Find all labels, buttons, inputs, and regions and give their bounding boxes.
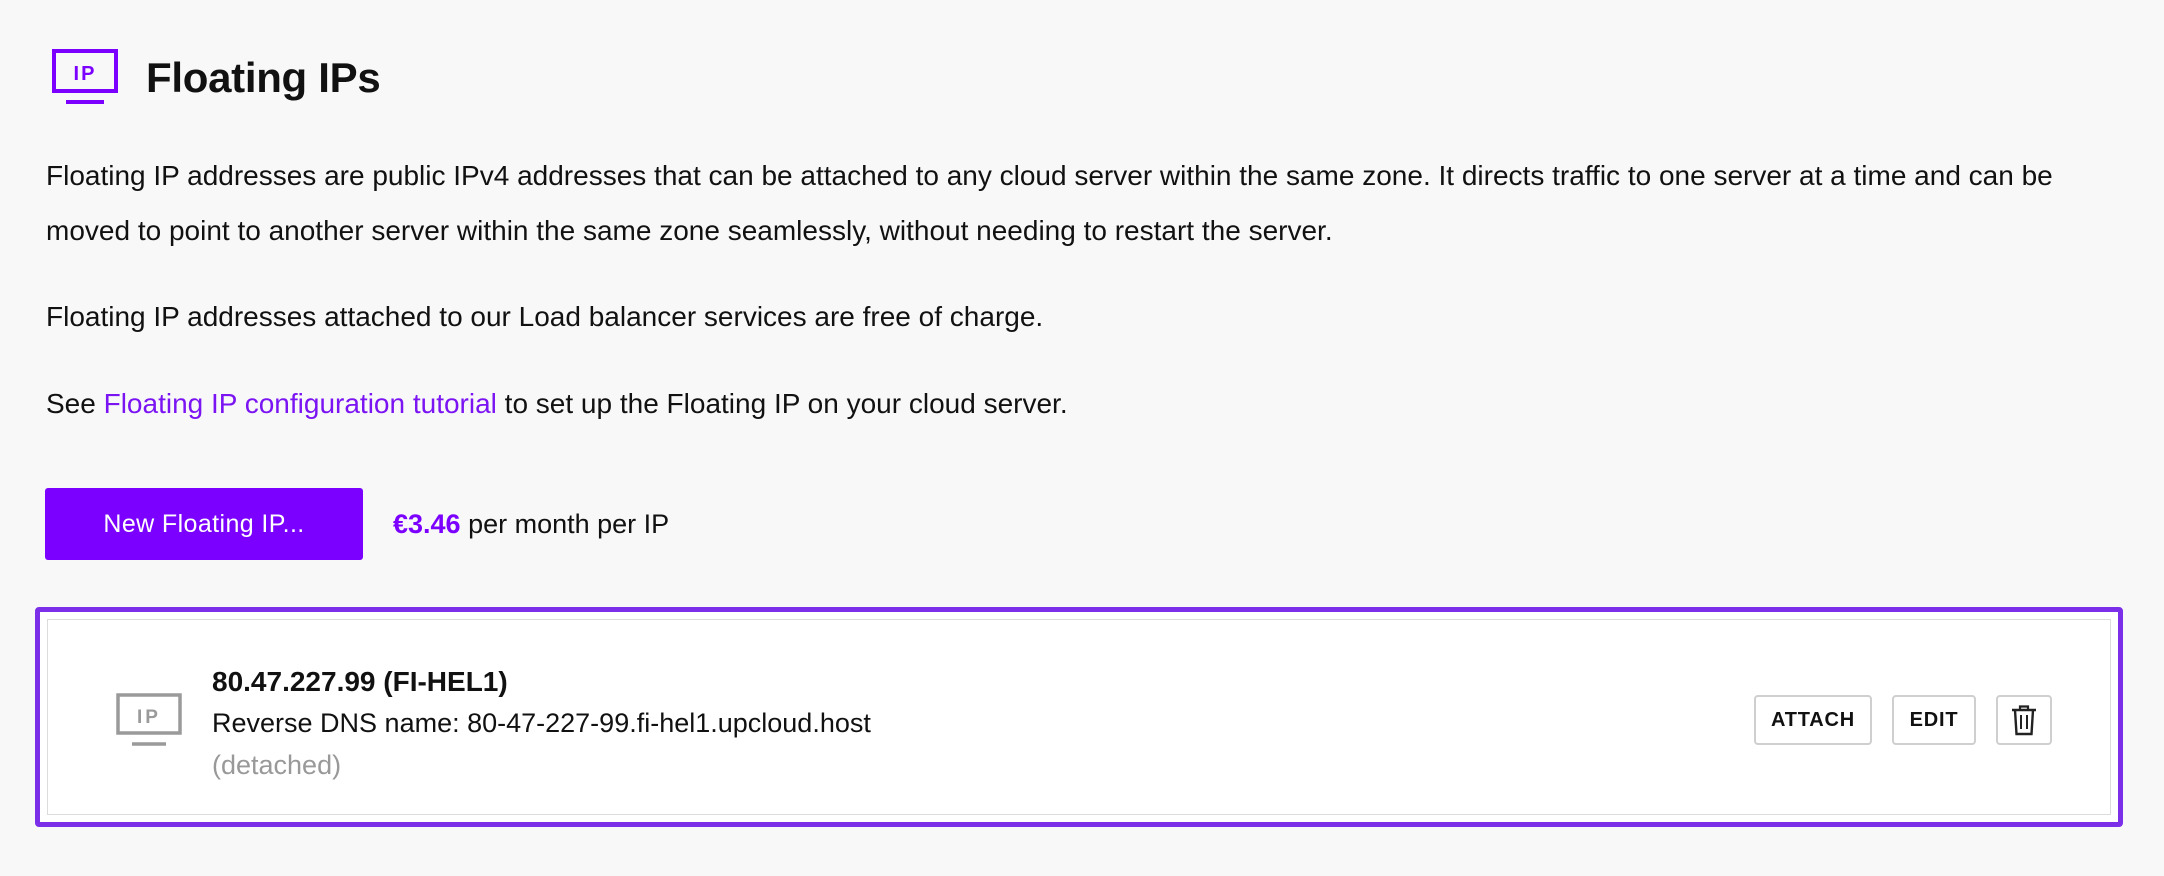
new-floating-ip-button[interactable]: New Floating IP... bbox=[45, 488, 363, 560]
price-info: €3.46 per month per IP bbox=[393, 509, 669, 540]
action-row: New Floating IP... €3.46 per month per I… bbox=[45, 488, 669, 560]
tutorial-prefix: See bbox=[46, 388, 104, 419]
ip-icon: IP bbox=[52, 49, 118, 104]
attach-button[interactable]: ATTACH bbox=[1754, 695, 1872, 745]
floating-ip-address: 80.47.227.99 (FI-HEL1) bbox=[212, 666, 508, 697]
price-amount: €3.46 bbox=[393, 508, 461, 539]
tutorial-suffix: to set up the Floating IP on your cloud … bbox=[496, 388, 1068, 419]
tutorial-paragraph: See Floating IP configuration tutorial t… bbox=[46, 376, 2096, 431]
floating-ip-card-body: IP 80.47.227.99 (FI-HEL1) Reverse DNS na… bbox=[47, 619, 2111, 815]
delete-button[interactable] bbox=[1996, 695, 2052, 745]
page-title: Floating IPs bbox=[146, 54, 381, 101]
floating-ip-actions: ATTACH EDIT bbox=[1754, 695, 2052, 745]
page-header: IP Floating IPs bbox=[52, 48, 381, 108]
trash-icon bbox=[2012, 705, 2036, 736]
reverse-dns-name: Reverse DNS name: 80-47-227-99.fi-hel1.u… bbox=[212, 708, 871, 738]
floating-ip-info: 80.47.227.99 (FI-HEL1) Reverse DNS name:… bbox=[212, 662, 871, 786]
ip-icon: IP bbox=[116, 693, 182, 746]
price-suffix: per month per IP bbox=[460, 508, 670, 539]
tutorial-link[interactable]: Floating IP configuration tutorial bbox=[104, 388, 497, 419]
ip-icon-label: IP bbox=[137, 707, 161, 728]
attachment-status: (detached) bbox=[212, 750, 342, 780]
edit-button[interactable]: EDIT bbox=[1892, 695, 1976, 745]
floating-ip-card[interactable]: IP 80.47.227.99 (FI-HEL1) Reverse DNS na… bbox=[35, 607, 2123, 827]
floating-ips-page: IP Floating IPs Floating IP addresses ar… bbox=[0, 0, 2164, 876]
ip-icon-label: IP bbox=[74, 63, 97, 85]
free-of-charge-note: Floating IP addresses attached to our Lo… bbox=[46, 301, 1044, 332]
description-paragraph: Floating IP addresses are public IPv4 ad… bbox=[46, 160, 2053, 246]
